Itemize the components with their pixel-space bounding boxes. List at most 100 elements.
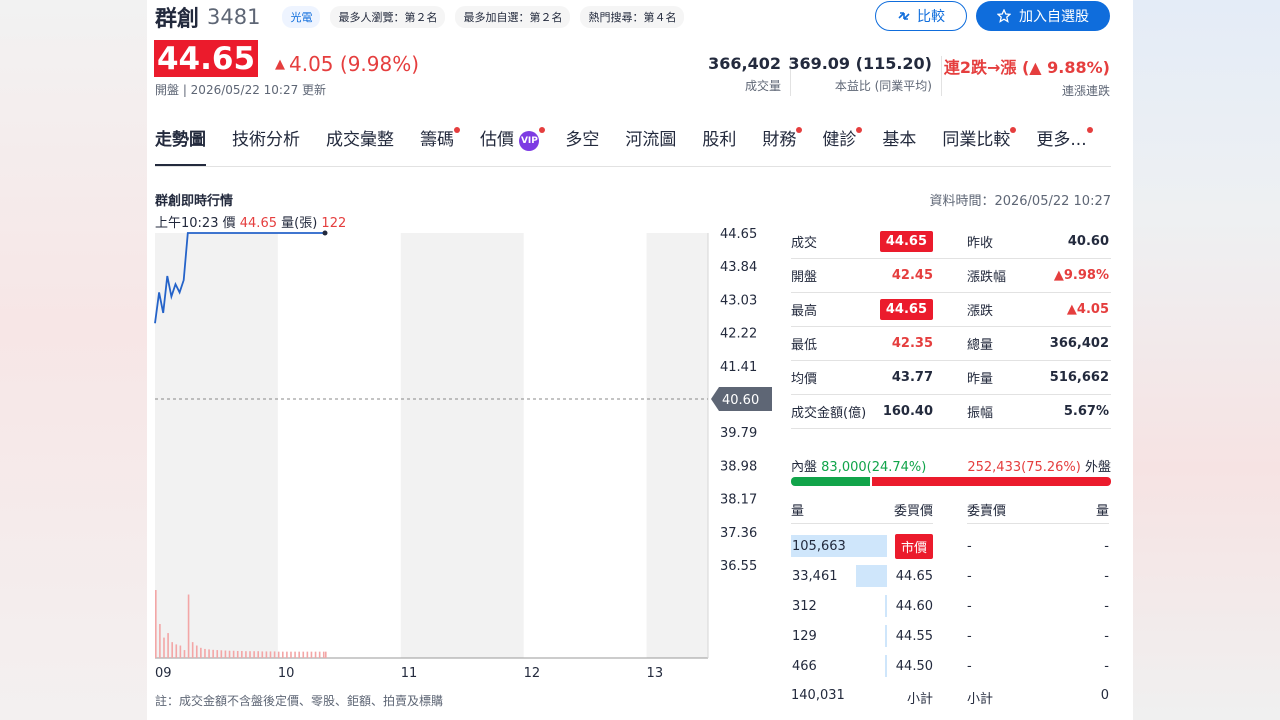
stat-pe: 369.09 (115.20) 本益比 (同業平均) (788, 54, 932, 94)
bid-volume: 33,461 (792, 568, 838, 584)
tab-basic[interactable]: 基本 (882, 125, 916, 167)
bid-volume: 312 (792, 598, 817, 614)
stat-value: 366,402 (708, 54, 781, 73)
tab-financial[interactable]: 財務 (762, 125, 803, 167)
tab-technical[interactable]: 技術分析 (232, 125, 300, 167)
bid-volume-bar (885, 625, 887, 647)
x-tick-label: 10 (278, 666, 295, 681)
ask-volume: - (1104, 628, 1109, 644)
intraday-chart[interactable]: 44.65 43.84 43.03 42.22 41.41 39.79 38.98 38.17… (147, 225, 787, 685)
volume-bar (257, 651, 260, 658)
stat-label: 連漲連跌 (1061, 84, 1110, 98)
ask-volume: - (1104, 658, 1109, 674)
volume-bar (175, 644, 178, 658)
quote-row: 均價 43.77 昨量 516,662 (791, 361, 1111, 395)
quote-label: 最高 (791, 304, 818, 319)
inner-outer-bar (791, 477, 1111, 486)
bid-cell: 466 44.50 (791, 655, 933, 677)
quote-label: 昨量 (967, 372, 994, 387)
tab-long-short[interactable]: 多空 (565, 125, 599, 167)
tab-health[interactable]: 健診 (822, 125, 863, 167)
order-book-row: 466 44.50- - (791, 651, 1111, 681)
tab-label: 成交彙整 (326, 130, 394, 150)
tab-trades[interactable]: 成交彙整 (326, 125, 394, 167)
quote-label: 成交 (791, 236, 818, 251)
tab-trend[interactable]: 走勢圖 (155, 125, 206, 167)
tab-peer-compare[interactable]: 同業比較 (942, 125, 1017, 167)
quote-table: 成交 44.65 昨收 40.60 開盤 42.45 漲跌幅 ▲9.98% 最高 44.6… (791, 225, 1111, 429)
quote-row: 成交金額(億) 160.40 振幅 5.67% (791, 395, 1111, 429)
bid-volume: 129 (792, 628, 817, 644)
ask-total: 0 (1100, 688, 1109, 703)
background-left (0, 0, 147, 720)
quote-label: 振幅 (967, 406, 994, 421)
up-triangle-icon: ▲ (275, 57, 285, 72)
bid-vol-header: 量 (791, 504, 805, 519)
volume-bar (204, 648, 206, 658)
volume-bar (195, 645, 198, 658)
vip-badge: VIP (519, 131, 540, 151)
tab-label: 走勢圖 (155, 130, 206, 150)
volume-bar (324, 651, 327, 658)
quote-value: 516,662 (1049, 370, 1109, 385)
section-title: 群創即時行情 (155, 194, 234, 209)
notification-dot (539, 127, 546, 133)
x-tick-label: 09 (155, 666, 172, 681)
rank-tag-watchlist[interactable]: 最多加自選：第２名 (455, 6, 571, 28)
ask-price: - (967, 538, 972, 554)
tab-chips[interactable]: 籌碼 (420, 125, 460, 167)
add-watchlist-button[interactable]: 加入自選股 (976, 1, 1110, 31)
tab-label: 估價 (480, 130, 514, 150)
tab-valuation[interactable]: 估價 VIP (480, 125, 546, 167)
rank-tag-search[interactable]: 熱門搜尋：第４名 (580, 6, 685, 28)
current-price: 44.65 (154, 40, 258, 77)
bid-total: 140,031 (791, 688, 845, 703)
volume-bar (228, 650, 231, 658)
quote-label: 昨收 (967, 236, 994, 251)
stock-header: 群創 3481 光電 最多人瀏覽：第２名 最多加自選：第２名 熱門搜尋：第４名 (155, 2, 685, 32)
bid-cell: 312 44.60 (791, 595, 933, 617)
inner-bar (791, 477, 871, 486)
volume-bar (286, 651, 288, 658)
bid-cell: 129 44.55 (791, 625, 933, 647)
ask-cell: -- (967, 569, 1109, 584)
price-change: ▲ 4.05 (9.98%) (275, 52, 419, 76)
tab-dividend[interactable]: 股利 (702, 125, 736, 167)
volume-bar (163, 637, 165, 658)
tab-bar: 走勢圖 技術分析 成交彙整 籌碼 估價 VIP 多空 河流圖 股利 財務 健診 … (155, 125, 1113, 167)
tab-more[interactable]: 更多... (1036, 125, 1093, 167)
order-book-row: 33,461 44.65- - (791, 561, 1111, 591)
volume-bar (269, 651, 272, 658)
quote-value: 44.65 (879, 231, 933, 252)
quote-label: 總量 (967, 338, 994, 353)
tab-label: 財務 (762, 130, 797, 150)
volume-bar (220, 650, 223, 658)
volume-bar (241, 650, 243, 658)
ask-cell: -- (967, 539, 1109, 554)
volume-bar (236, 650, 239, 658)
industry-tag[interactable]: 光電 (282, 6, 321, 28)
bid-cell: 105,663 市價 (791, 533, 933, 559)
compare-button[interactable]: 比較 (875, 1, 967, 31)
quote-row: 最高 44.65 漲跌 ▲4.05 (791, 293, 1111, 327)
tab-label: 籌碼 (420, 130, 454, 150)
volume-bar (253, 651, 255, 658)
notification-dot (796, 127, 803, 133)
volume-bar (310, 651, 313, 658)
tab-label: 同業比較 (942, 130, 1011, 150)
stock-page: 群創 3481 光電 最多人瀏覽：第２名 最多加自選：第２名 熱門搜尋：第４名 … (147, 0, 1133, 720)
stat-streak: 連2跌→漲 (▲ 9.88%) 連漲連跌 (944, 54, 1110, 99)
quote-value: 5.67% (1063, 404, 1109, 419)
x-tick-label: 12 (524, 666, 541, 681)
bid-total-label: 小計 (906, 692, 933, 707)
volume-bar (290, 651, 292, 658)
quote-label: 成交金額(億) (791, 406, 867, 421)
volume-bar (298, 651, 300, 658)
ask-cell: -- (967, 629, 1109, 644)
quote-row: 最低 42.35 總量 366,402 (791, 327, 1111, 361)
volume-bar (249, 651, 251, 658)
volume-bar (155, 590, 157, 658)
tab-river[interactable]: 河流圖 (625, 125, 676, 167)
rank-tag-viewed[interactable]: 最多人瀏覽：第２名 (330, 6, 446, 28)
compare-icon (898, 12, 910, 20)
